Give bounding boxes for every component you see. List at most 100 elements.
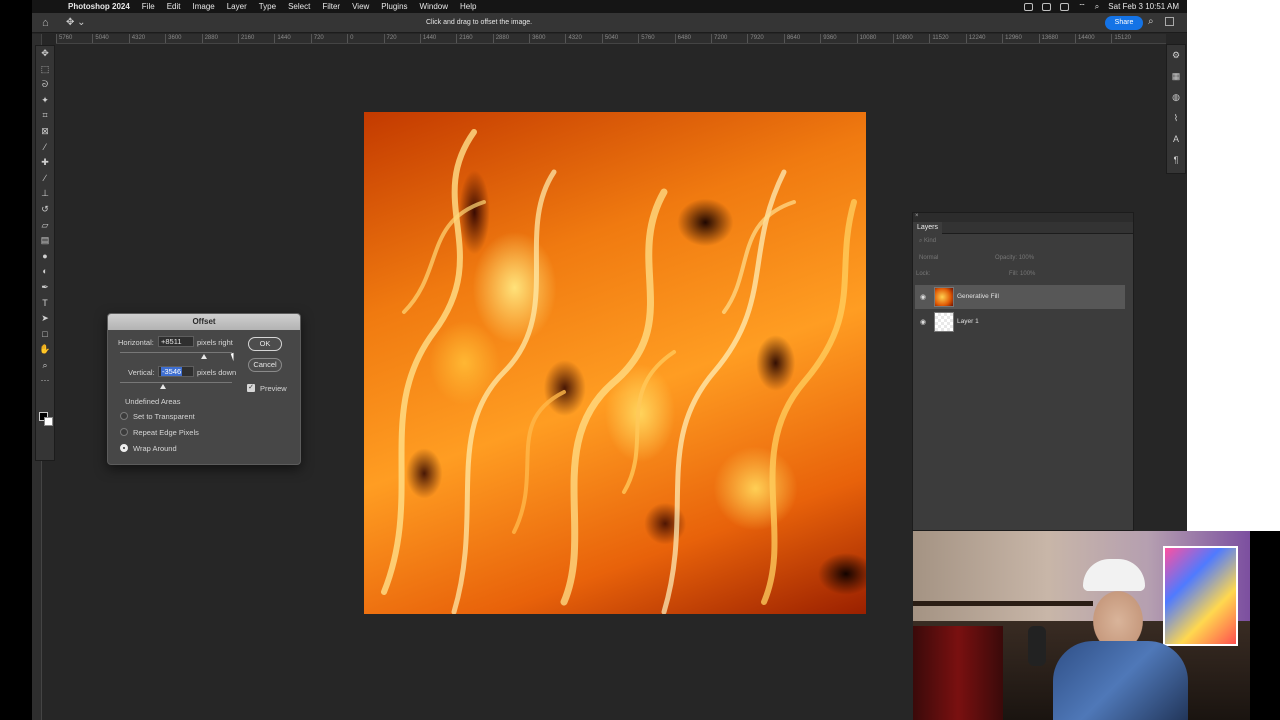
rectangle-tool-icon[interactable]: □ — [36, 327, 54, 343]
menu-select[interactable]: Select — [282, 2, 316, 11]
vertical-input-selection: -3546 — [161, 367, 183, 376]
menu-plugins[interactable]: Plugins — [375, 2, 413, 11]
undefined-areas-label: Undefined Areas — [125, 397, 181, 406]
lasso-tool-icon[interactable]: ᘐ — [36, 77, 54, 93]
preview-checkbox[interactable]: ✓ — [247, 384, 255, 392]
eyedropper-tool-icon[interactable]: ⁄ — [36, 140, 54, 156]
radio-wrap-around[interactable] — [120, 444, 128, 452]
menu-view[interactable]: View — [346, 2, 375, 11]
background-color-swatch[interactable] — [44, 417, 53, 426]
paths-icon[interactable]: ⌇ — [1167, 108, 1185, 129]
layer-row-layer-1[interactable]: ◉ Layer 1 — [915, 310, 1125, 334]
character-icon[interactable]: A — [1167, 129, 1185, 150]
opacity-control[interactable]: Opacity: 100% — [995, 255, 1187, 261]
menu-type[interactable]: Type — [253, 2, 282, 11]
hand-tool-icon[interactable]: ✋ — [36, 342, 54, 358]
eraser-tool-icon[interactable]: ▱ — [36, 218, 54, 234]
color-icon[interactable]: ◍ — [1167, 87, 1185, 108]
radio-repeat-edge-pixels[interactable] — [120, 428, 128, 436]
ruler-tick: 9360 — [820, 34, 856, 43]
option-set-to-transparent: Set to Transparent — [133, 412, 195, 421]
type-tool-icon[interactable]: T — [36, 296, 54, 312]
filter-kind: Kind — [924, 238, 937, 244]
vertical-slider-thumb[interactable] — [160, 384, 166, 389]
vertical-slider-track[interactable] — [120, 382, 232, 383]
move-tool-icon[interactable]: ✥ — [36, 46, 54, 62]
tab-layers[interactable]: Layers — [913, 222, 943, 234]
search-icon[interactable]: ⌕ — [1148, 16, 1154, 27]
clock[interactable]: Sat Feb 3 10:51 AM — [1108, 2, 1179, 11]
horizontal-slider-track[interactable] — [120, 352, 232, 353]
menu-window[interactable]: Window — [414, 2, 454, 11]
menu-image[interactable]: Image — [186, 2, 220, 11]
status-icon[interactable] — [1042, 2, 1052, 11]
ruler-tick: 4320 — [565, 34, 601, 43]
layers-panel: × Layers ⌕ Kind Normal Opacity: 100% Loc… — [912, 212, 1134, 531]
layer-row-generative-fill[interactable]: ◉ Generative Fill — [915, 285, 1125, 309]
path-selection-tool-icon[interactable]: ➤ — [36, 311, 54, 327]
ok-button[interactable]: OK — [248, 337, 282, 351]
ruler-tick: 10080 — [856, 34, 893, 43]
ruler-tick: 2160 — [456, 34, 492, 43]
blur-tool-icon[interactable]: ● — [36, 249, 54, 265]
magic-wand-tool-icon[interactable]: ✦ — [36, 93, 54, 109]
radio-set-to-transparent[interactable] — [120, 412, 128, 420]
preview-label: Preview — [260, 384, 287, 393]
layer-filter[interactable]: ⌕ Kind — [919, 238, 1141, 245]
menu-help[interactable]: Help — [454, 2, 482, 11]
marquee-tool-icon[interactable]: ⬚ — [36, 62, 54, 78]
blend-mode-value: Normal — [919, 255, 939, 261]
crop-tool-icon[interactable]: ⌗ — [36, 108, 54, 124]
zoom-tool-icon[interactable]: ⌕ — [36, 358, 54, 374]
menu-items: File Edit Image Layer Type Select Filter View Pl… — [136, 2, 483, 11]
ruler-tick: 14400 — [1074, 34, 1111, 43]
menu-layer[interactable]: Layer — [221, 2, 253, 11]
eye-icon[interactable]: ◉ — [920, 293, 926, 301]
vertical-input[interactable]: -3546 — [158, 366, 194, 377]
table-icon[interactable]: ▦ — [1167, 66, 1185, 87]
cancel-button[interactable]: Cancel — [248, 358, 282, 372]
ruler-tick: 2880 — [492, 34, 529, 43]
libraries-icon[interactable]: ⚙ — [1167, 45, 1185, 66]
options-hint: Click and drag to offset the image. — [426, 19, 533, 26]
horizontal-input[interactable]: +8511 — [158, 336, 194, 347]
eye-icon[interactable]: ◉ — [920, 318, 926, 326]
ruler-tick: 5040 — [601, 34, 638, 43]
ruler-tick: 10800 — [892, 34, 929, 43]
horizontal-label: Horizontal: — [118, 338, 154, 347]
menu-file[interactable]: File — [136, 2, 161, 11]
battery-icon[interactable] — [1060, 2, 1070, 11]
vertical-unit: pixels down — [197, 368, 237, 377]
paragraph-icon[interactable]: ¶ — [1167, 150, 1185, 171]
brush-tool-icon[interactable]: ∕ — [36, 171, 54, 187]
status-icon[interactable] — [1024, 2, 1034, 11]
ruler-tick: 5760 — [56, 34, 92, 43]
ruler-tick: 15120 — [1111, 34, 1147, 43]
app-name[interactable]: Photoshop 2024 — [62, 2, 136, 11]
move-tool-options-icon[interactable]: ✥ ⌄ — [66, 17, 86, 28]
healing-brush-tool-icon[interactable]: ✚ — [36, 155, 54, 171]
pen-tool-icon[interactable]: ✒ — [36, 280, 54, 296]
clone-stamp-tool-icon[interactable]: ⊥ — [36, 186, 54, 202]
menu-filter[interactable]: Filter — [316, 2, 346, 11]
dodge-tool-icon[interactable]: ◐ — [36, 264, 54, 280]
wifi-icon[interactable]: ⌔ — [1078, 2, 1086, 12]
document-canvas[interactable] — [364, 112, 866, 614]
horizontal-slider-thumb[interactable] — [201, 354, 207, 359]
frame-tool-icon[interactable]: ⊠ — [36, 124, 54, 140]
search-icon[interactable]: ⌕ — [1095, 2, 1099, 12]
ruler-tick: 2880 — [201, 34, 238, 43]
fill-control[interactable]: Fill: 100% — [1009, 271, 1187, 277]
arrange-documents-icon[interactable] — [1165, 17, 1174, 26]
right-panel-dock: ⚙ ▦ ◍ ⌇ A ¶ — [1166, 44, 1186, 174]
fill-label: Fill: — [1009, 271, 1019, 277]
history-brush-tool-icon[interactable]: ↺ — [36, 202, 54, 218]
menu-edit[interactable]: Edit — [161, 2, 187, 11]
share-button[interactable]: Share — [1105, 16, 1143, 30]
ruler-tick: 7200 — [711, 34, 747, 43]
home-icon[interactable]: ⌂ — [42, 17, 49, 29]
more-tools-icon[interactable]: ··· — [36, 373, 54, 389]
gradient-tool-icon[interactable]: ▤ — [36, 233, 54, 249]
layers-tab-bar: Layers — [913, 222, 1133, 234]
panel-grip-icon[interactable]: × — [913, 213, 1133, 222]
